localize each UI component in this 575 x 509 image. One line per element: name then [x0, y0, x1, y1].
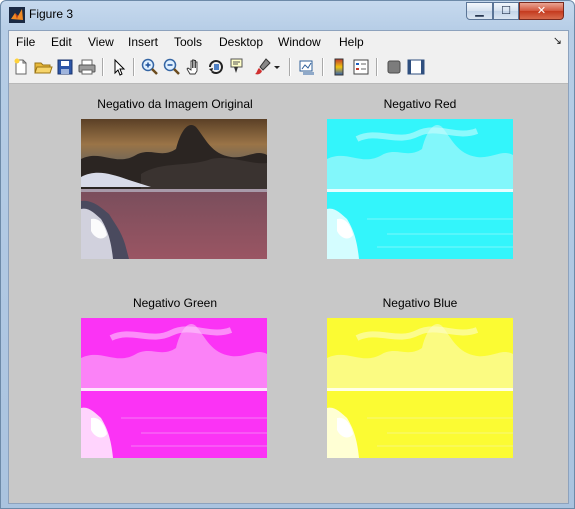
rotate-3d-icon[interactable] — [206, 57, 226, 77]
subplot-title: Negativo Green — [132, 296, 218, 310]
open-file-icon[interactable] — [33, 57, 53, 77]
legend-icon[interactable] — [351, 57, 371, 77]
zoom-in-icon[interactable] — [140, 57, 160, 77]
window-title: Figure 3 — [29, 7, 74, 21]
figure-window: Figure 3 ▁ ☐ ✕ File Edit View Insert Too… — [0, 0, 575, 509]
toolbar-separator — [322, 58, 324, 76]
menu-help[interactable]: Help — [339, 35, 364, 49]
close-icon: ✕ — [536, 4, 547, 17]
menu-insert[interactable]: Insert — [128, 35, 158, 49]
image-negativo-red[interactable] — [327, 119, 513, 259]
new-figure-icon[interactable] — [11, 57, 31, 77]
menu-tools[interactable]: Tools — [174, 35, 202, 49]
data-cursor-icon[interactable] — [228, 57, 248, 77]
figure-client-area: File Edit View Insert Tools Desktop Wind… — [8, 30, 569, 504]
matlab-logo-icon — [9, 7, 25, 23]
maximize-icon: ☐ — [501, 4, 511, 17]
title-bar[interactable]: Figure 3 ▁ ☐ ✕ — [1, 1, 574, 30]
maximize-button[interactable]: ☐ — [493, 2, 519, 20]
show-plot-tools-icon[interactable] — [406, 57, 426, 77]
hide-plot-tools-icon[interactable] — [384, 57, 404, 77]
figure-toolbar — [9, 53, 568, 84]
toolbar-separator — [289, 58, 291, 76]
minimize-button[interactable]: ▁ — [466, 2, 493, 20]
toolbar-separator — [133, 58, 135, 76]
subplot-title: Negativo Red — [383, 97, 457, 111]
toolbar-separator — [376, 58, 378, 76]
image-negativo-blue[interactable] — [327, 318, 513, 458]
menu-edit[interactable]: Edit — [51, 35, 72, 49]
toolbar-separator — [102, 58, 104, 76]
print-icon[interactable] — [77, 57, 97, 77]
close-button[interactable]: ✕ — [519, 2, 564, 20]
zoom-out-icon[interactable] — [162, 57, 182, 77]
menu-file[interactable]: File — [16, 35, 35, 49]
edit-plot-arrow-icon[interactable] — [109, 57, 129, 77]
subplot-title: Negativo Blue — [382, 296, 458, 310]
menu-window[interactable]: Window — [278, 35, 321, 49]
minimize-icon: ▁ — [475, 4, 484, 17]
menu-desktop[interactable]: Desktop — [219, 35, 263, 49]
brush-icon[interactable] — [252, 57, 272, 77]
menu-view[interactable]: View — [88, 35, 114, 49]
image-negativo-original[interactable] — [81, 119, 267, 259]
image-negativo-green[interactable] — [81, 318, 267, 458]
link-plot-icon[interactable] — [297, 57, 317, 77]
brush-dropdown-icon[interactable] — [272, 57, 282, 77]
dock-arrow-icon[interactable]: ↘ — [553, 34, 562, 47]
subplot-title: Negativo da Imagem Original — [97, 97, 253, 111]
colorbar-icon[interactable] — [329, 57, 349, 77]
menu-bar: File Edit View Insert Tools Desktop Wind… — [9, 31, 568, 53]
save-icon[interactable] — [55, 57, 75, 77]
pan-hand-icon[interactable] — [184, 57, 204, 77]
